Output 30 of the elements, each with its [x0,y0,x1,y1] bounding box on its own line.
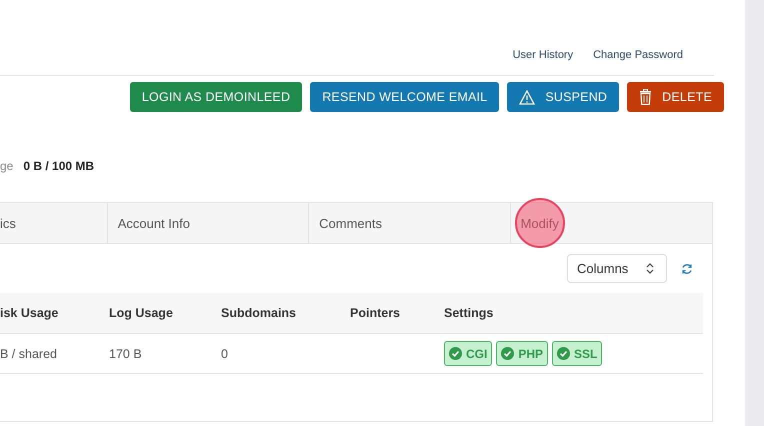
check-icon [449,347,462,360]
setting-tag: CGI [444,341,492,366]
columns-select[interactable]: Columns [567,254,667,283]
setting-tag: SSL [552,341,602,366]
tab[interactable]: ics [0,203,108,243]
table-cell: B / shared [0,346,57,360]
column-header: isk Usage [0,293,109,334]
storage-value: 0 B / 100 MB [23,159,94,173]
check-icon [557,347,570,360]
tab[interactable]: Account Info [108,203,310,243]
column-header: Log Usage [109,293,221,334]
action-button[interactable]: SUSPEND [507,82,620,112]
refresh-icon[interactable] [681,262,693,274]
table-cell: 0 [221,346,228,360]
check-icon [501,347,514,360]
header-link[interactable]: Change Password [593,49,683,61]
column-header: Pointers [350,293,444,334]
column-header: Settings [444,293,703,334]
storage-label: ge [0,159,14,173]
action-button[interactable]: RESEND WELCOME EMAIL [310,82,500,112]
tab[interactable]: Comments [309,203,511,243]
action-button[interactable]: DELETE [627,82,724,112]
action-button[interactable]: LOGIN AS DEMOINLEED [130,82,302,112]
header-link[interactable]: User History [512,49,574,61]
column-header: Subdomains [221,293,350,334]
table-cell: 170 B [109,346,142,360]
trash-icon [639,89,652,105]
warning-icon [519,90,536,104]
setting-tag: PHP [496,341,548,366]
chevron-icon [646,263,654,274]
